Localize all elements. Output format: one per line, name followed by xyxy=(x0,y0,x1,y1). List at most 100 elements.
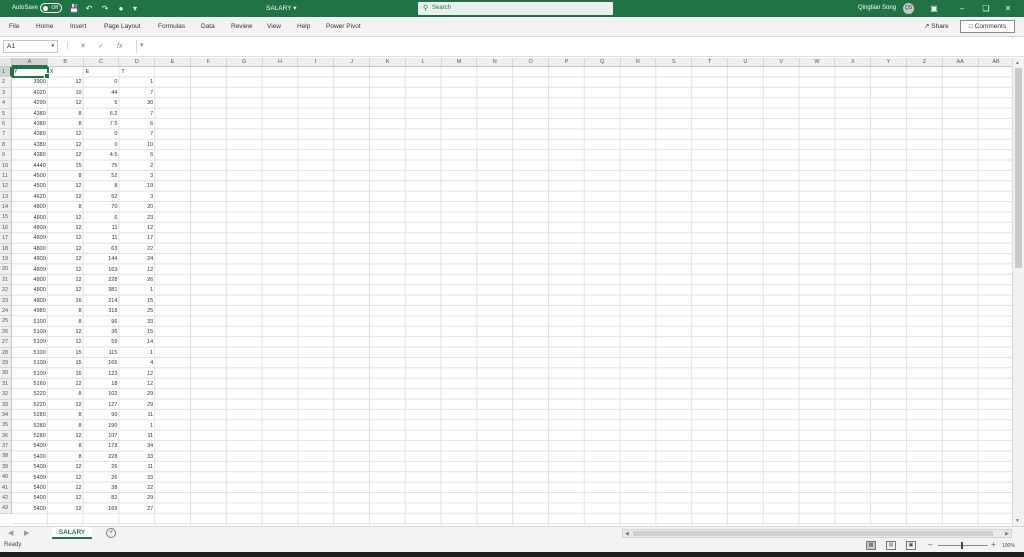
data-cell[interactable]: 214 xyxy=(84,296,120,306)
data-cell[interactable]: 163 xyxy=(84,265,120,275)
data-cell[interactable]: 12 xyxy=(48,181,84,191)
data-cell[interactable]: 16 xyxy=(48,369,84,379)
row-header[interactable]: 43 xyxy=(0,503,12,514)
data-cell[interactable]: 82 xyxy=(84,493,120,503)
row-header[interactable]: 31 xyxy=(0,378,12,390)
data-cell[interactable]: 29 xyxy=(119,493,155,503)
undo-icon[interactable]: ↶ xyxy=(84,3,94,14)
scroll-down-icon[interactable]: ▼ xyxy=(1015,518,1020,524)
tab-review[interactable]: Review xyxy=(231,22,252,32)
data-cell[interactable]: 4980 xyxy=(12,306,48,316)
data-cell[interactable]: 3900 xyxy=(12,77,48,87)
data-cell[interactable]: 123 xyxy=(84,369,120,379)
data-cell[interactable]: 12 xyxy=(48,327,84,337)
data-cell[interactable]: 12 xyxy=(48,140,84,150)
column-header[interactable]: J xyxy=(334,58,370,67)
zoom-in-button[interactable]: + xyxy=(991,540,996,550)
zoom-out-button[interactable]: – xyxy=(928,540,932,550)
data-cell[interactable]: 25 xyxy=(119,306,155,316)
data-cell[interactable]: 4800 xyxy=(12,223,48,233)
search-box[interactable]: ⚲ Search xyxy=(418,2,613,15)
data-cell[interactable]: 22 xyxy=(119,244,155,254)
row-header[interactable]: 5 xyxy=(0,108,12,119)
data-cell[interactable]: 7 xyxy=(119,129,155,139)
header-cell[interactable]: E xyxy=(84,67,120,77)
restore-icon[interactable]: ❏ xyxy=(980,3,992,14)
data-cell[interactable]: 173 xyxy=(84,441,120,451)
data-cell[interactable]: 15 xyxy=(119,296,155,306)
data-cell[interactable]: 52 xyxy=(84,192,120,202)
data-cell[interactable]: 26 xyxy=(84,473,120,483)
data-cell[interactable]: 107 xyxy=(84,431,120,441)
tab-view[interactable]: View xyxy=(267,22,281,32)
row-header[interactable]: 14 xyxy=(0,202,12,213)
vertical-scrollbar[interactable]: ▲ ▼ xyxy=(1012,58,1024,526)
data-cell[interactable]: 29 xyxy=(119,400,155,410)
data-cell[interactable]: 4800 xyxy=(12,275,48,285)
data-cell[interactable]: 4620 xyxy=(12,192,48,202)
data-cell[interactable]: 12 xyxy=(48,285,84,295)
data-cell[interactable]: 8 xyxy=(48,202,84,212)
tab-home[interactable]: Home xyxy=(36,22,53,32)
column-header[interactable]: AA xyxy=(942,58,979,67)
data-cell[interactable]: 169 xyxy=(84,504,120,514)
horizontal-scroll-thumb[interactable] xyxy=(633,531,993,536)
column-header[interactable]: U xyxy=(728,58,764,67)
data-cell[interactable]: 20 xyxy=(119,202,155,212)
column-header[interactable]: S xyxy=(656,58,693,67)
data-cell[interactable]: 8 xyxy=(48,306,84,316)
data-cell[interactable]: 6 xyxy=(119,150,155,160)
data-cell[interactable]: 59 xyxy=(84,337,120,347)
row-header[interactable]: 28 xyxy=(0,347,12,358)
data-cell[interactable]: 3 xyxy=(119,192,155,202)
data-cell[interactable]: 4800 xyxy=(12,202,48,212)
data-cell[interactable]: 8 xyxy=(48,452,84,462)
data-cell[interactable]: 5100 xyxy=(12,348,48,358)
column-header[interactable]: P xyxy=(549,58,585,67)
row-header[interactable]: 30 xyxy=(0,368,12,379)
data-cell[interactable]: 4800 xyxy=(12,233,48,243)
data-cell[interactable]: 12 xyxy=(48,473,84,483)
data-cell[interactable]: 5100 xyxy=(12,317,48,327)
data-cell[interactable]: 23 xyxy=(119,213,155,223)
column-header[interactable]: R xyxy=(620,58,657,67)
row-header[interactable]: 8 xyxy=(0,139,12,151)
data-cell[interactable]: 5400 xyxy=(12,441,48,451)
data-cell[interactable]: 12 xyxy=(119,265,155,275)
data-cell[interactable]: 12 xyxy=(48,98,84,108)
column-header[interactable]: M xyxy=(441,58,478,67)
column-header[interactable]: X xyxy=(835,58,872,67)
data-cell[interactable]: 75 xyxy=(84,161,120,171)
column-header[interactable]: K xyxy=(370,58,406,67)
data-cell[interactable]: 90 xyxy=(84,410,120,420)
data-cell[interactable]: 27 xyxy=(119,504,155,514)
data-cell[interactable]: 190 xyxy=(84,421,120,431)
data-cell[interactable]: 4500 xyxy=(12,171,48,181)
data-cell[interactable]: 12 xyxy=(119,379,155,389)
data-cell[interactable]: 6.2 xyxy=(84,109,120,119)
row-header[interactable]: 11 xyxy=(0,170,12,182)
data-cell[interactable]: 10 xyxy=(48,88,84,98)
data-cell[interactable]: 15 xyxy=(48,348,84,358)
data-cell[interactable]: 8 xyxy=(48,389,84,399)
data-cell[interactable]: 4380 xyxy=(12,109,48,119)
row-header[interactable]: 35 xyxy=(0,420,12,431)
row-header[interactable]: 22 xyxy=(0,285,12,296)
tab-help[interactable]: Help xyxy=(297,22,310,32)
row-header[interactable]: 16 xyxy=(0,222,12,234)
normal-view-icon[interactable]: ▦ xyxy=(866,541,876,550)
select-all-corner[interactable] xyxy=(0,58,12,67)
data-cell[interactable]: 5100 xyxy=(12,358,48,368)
zoom-level[interactable]: 100% xyxy=(1002,542,1015,550)
data-cell[interactable]: 12 xyxy=(119,369,155,379)
redo-icon[interactable]: ↷ xyxy=(100,3,110,14)
sheet-tab-salary[interactable]: SALARY xyxy=(52,527,92,539)
column-header[interactable]: L xyxy=(405,58,442,67)
tab-data[interactable]: Data xyxy=(201,22,215,32)
data-cell[interactable]: 4800 xyxy=(12,244,48,254)
data-cell[interactable]: 26 xyxy=(84,462,120,472)
data-cell[interactable]: 165 xyxy=(84,358,120,368)
data-cell[interactable]: 5220 xyxy=(12,389,48,399)
data-cell[interactable]: 127 xyxy=(84,400,120,410)
data-cell[interactable]: 12 xyxy=(48,213,84,223)
